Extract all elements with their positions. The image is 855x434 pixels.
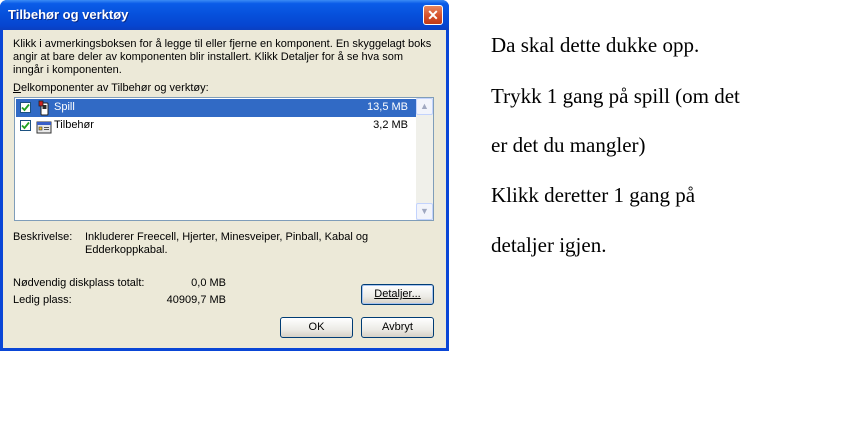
cancel-button[interactable]: Avbryt (361, 317, 434, 338)
component-dialog: Tilbehør og verktøy ✕ Klikk i avmerkings… (0, 0, 449, 351)
description-label: Beskrivelse: (13, 231, 73, 243)
chevron-down-icon: ▼ (420, 206, 429, 216)
list-item-games[interactable]: Spill 13,5 MB (16, 99, 416, 117)
disk-required-label: Nødvendig diskplass totalt: (13, 277, 145, 289)
scroll-up-button[interactable]: ▲ (416, 98, 433, 115)
subcomponents-label-accesskey: D (13, 82, 21, 94)
dialog-title: Tilbehør og verktøy (8, 7, 129, 22)
free-space-value: 40909,7 MB (166, 294, 226, 306)
games-icon (36, 100, 52, 116)
component-name: Tilbehør (54, 119, 94, 131)
component-list[interactable]: Spill 13,5 MB Tilbehør 3,2 MB ▲ ▼ (14, 97, 434, 221)
details-button-label: Detaljer... (374, 288, 421, 300)
free-space-label: Ledig plass: (13, 294, 72, 306)
close-button[interactable]: ✕ (423, 5, 443, 25)
instruction-line: detaljer igjen. (491, 233, 607, 257)
scroll-down-button[interactable]: ▼ (416, 203, 433, 220)
details-button[interactable]: Detaljer... (361, 284, 434, 305)
accessories-icon (36, 118, 52, 134)
instruction-line: Da skal dette dukke opp. (491, 33, 700, 57)
list-item-accessories[interactable]: Tilbehør 3,2 MB (16, 117, 416, 135)
instruction-line: Trykk 1 gang på spill (om det (491, 84, 740, 108)
title-bar[interactable]: Tilbehør og verktøy ✕ (0, 0, 449, 30)
ok-button[interactable]: OK (280, 317, 353, 338)
component-size: 3,2 MB (373, 119, 408, 131)
close-icon: ✕ (427, 7, 439, 23)
instruction-line: Klikk deretter 1 gang på (491, 183, 696, 207)
check-icon (21, 121, 30, 130)
chevron-up-icon: ▲ (420, 101, 429, 111)
games-checkbox[interactable] (20, 102, 31, 113)
component-name: Spill (54, 101, 75, 113)
accessories-checkbox[interactable] (20, 120, 31, 131)
list-scrollbar[interactable]: ▲ ▼ (416, 98, 433, 220)
description-text: Inkluderer Freecell, Hjerter, Minesveipe… (85, 231, 369, 256)
subcomponents-label: Delkomponenter av Tilbehør og verktøy: (13, 82, 209, 95)
disk-required-value: 0,0 MB (191, 277, 226, 289)
check-icon (21, 103, 30, 112)
dialog-body: Klikk i avmerkingsboksen for å legge til… (3, 30, 446, 348)
component-size: 13,5 MB (367, 101, 408, 113)
intro-text: Klikk i avmerkingsboksen for å legge til… (13, 38, 432, 76)
subcomponents-label-text: elkomponenter av Tilbehør og verktøy: (20, 82, 209, 94)
instruction-line: er det du mangler) (491, 133, 646, 157)
